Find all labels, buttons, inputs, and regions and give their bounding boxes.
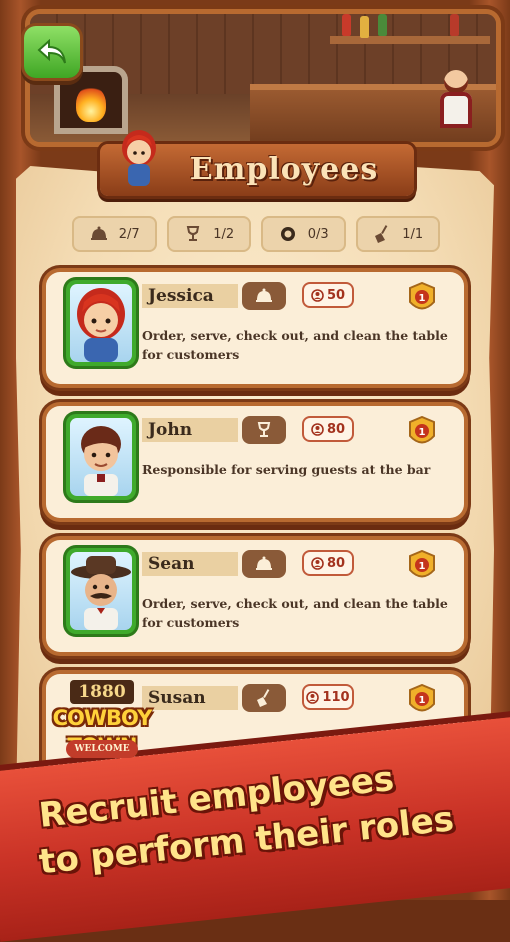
back-arrow-icon [37,39,66,64]
role-badge [242,282,286,310]
coin-icon [311,422,324,436]
level-value: 1 [419,427,426,438]
employee-portrait [66,548,136,634]
goblet-icon [187,226,200,241]
role-badge [242,416,286,444]
role-capacity-bar: 2/7 1/2 0/3 1/1 [72,216,440,254]
hire-cost: 80 [302,550,354,576]
level-badge-icon: 1 [409,684,435,712]
stat-cooks: 0/3 [261,216,346,252]
bottle [450,14,459,36]
bottle-shelf [330,36,490,44]
level-value: 1 [419,293,426,304]
jessica-avatar-icon [122,130,156,186]
level-badge-icon: 1 [409,282,435,310]
level-badge-icon: 1 [409,416,435,444]
saloon-scene-illustration [30,14,496,142]
level-badge-icon: 1 [409,550,435,578]
serving-bell-icon [256,288,272,302]
employee-card-jessica[interactable]: Jessica 50 1 Order, serve, check out, an… [46,272,464,384]
cost-value: 50 [326,287,346,303]
employee-description: Order, serve, check out, and clean the t… [142,328,448,362]
bottle [342,14,351,36]
sean-portrait-icon [71,556,131,630]
page-title: Employees [189,152,379,187]
coin-icon [311,288,324,302]
fire-flame [76,86,106,122]
role-badge [242,550,286,578]
cost-value: 110 [322,689,350,705]
level-value: 1 [419,695,426,706]
pan-icon [280,227,295,241]
jessica-portrait-icon [77,288,125,362]
employee-name: Jessica [142,284,238,308]
back-button[interactable] [24,26,80,78]
stat-waiters: 2/7 [72,216,157,252]
john-portrait-icon [81,426,121,496]
cost-value: 80 [326,421,346,437]
employee-description: Order, serve, check out, and clean the t… [142,596,448,630]
broom-icon [375,225,388,243]
serving-bell-icon [256,556,272,570]
stat-bartenders: 1/2 [166,216,251,252]
stat-value: 1/1 [402,226,424,242]
logo-year: 1880 [70,680,134,704]
coin-icon [311,556,324,570]
level-value: 1 [419,561,426,572]
employee-card-john[interactable]: John 80 1 Responsible for serving guests… [46,406,464,518]
hire-cost: 110 [302,684,354,710]
employee-portrait [66,280,136,366]
stat-value: 1/2 [213,226,235,242]
goblet-icon [257,422,271,437]
employee-card-sean[interactable]: Sean 80 1 Order, serve, check out, and c… [46,540,464,652]
serving-bell-icon [90,226,107,240]
coin-icon [306,690,320,704]
logo-tagline: WELCOME [66,740,138,758]
stat-cleaners: 1/1 [355,216,440,252]
stat-value: 2/7 [118,226,140,242]
employee-portrait [66,414,136,500]
broom-icon [257,689,270,707]
employee-name: Sean [142,552,238,576]
employee-description: Responsible for serving guests at the ba… [142,462,431,477]
role-badge [242,684,286,712]
bottle [378,14,387,36]
employee-name: John [142,418,238,442]
bottle [360,16,369,38]
stat-value: 0/3 [307,226,329,242]
hire-cost: 80 [302,416,354,442]
hire-cost: 50 [302,282,354,308]
cost-value: 80 [326,555,346,571]
bartender-character [438,70,474,130]
